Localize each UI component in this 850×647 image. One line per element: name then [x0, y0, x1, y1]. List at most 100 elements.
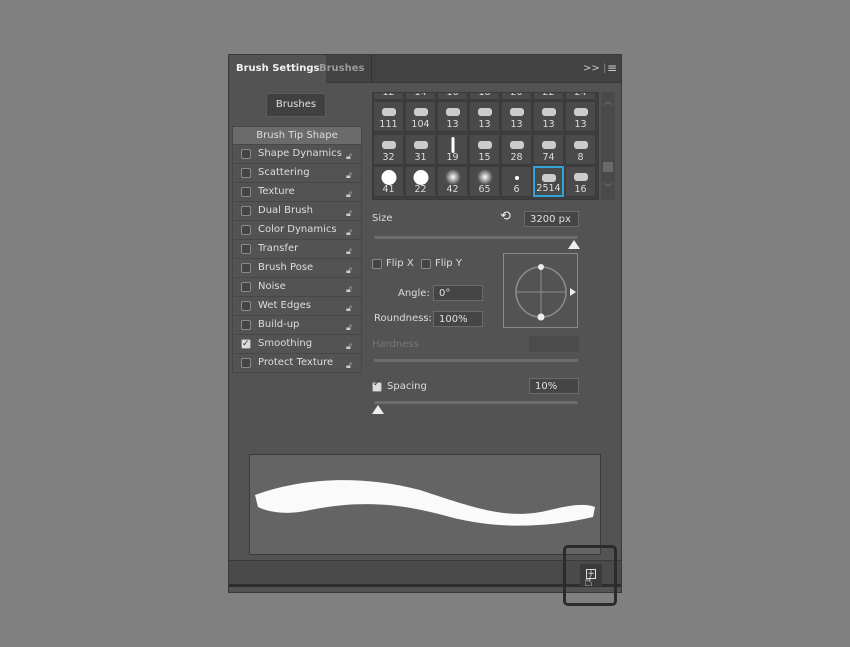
lock-icon[interactable]: 🔓︎ — [346, 300, 355, 314]
checkbox[interactable] — [241, 320, 251, 330]
checkbox[interactable] — [241, 225, 251, 235]
brush-tip-cell[interactable]: 2514 — [533, 166, 564, 197]
sidebar-item-color-dynamics[interactable]: Color Dynamics 🔓︎ — [232, 221, 362, 240]
sidebar-item-brush-pose[interactable]: Brush Pose 🔓︎ — [232, 259, 362, 278]
scroll-down-icon[interactable]: ﹀ — [604, 182, 612, 193]
brush-size-label: 22 — [542, 92, 555, 98]
brush-tip-cell[interactable]: 22 — [533, 92, 564, 100]
checkbox[interactable] — [241, 206, 251, 216]
hamburger-menu-icon[interactable]: ≡ — [607, 61, 617, 75]
brush-tip-cell[interactable]: 13 — [469, 101, 500, 132]
spacing-input[interactable]: 10% — [529, 378, 579, 394]
sidebar-item-protect-texture[interactable]: Protect Texture 🔓︎ — [232, 354, 362, 373]
lock-icon[interactable]: 🔓︎ — [346, 167, 355, 181]
size-input[interactable]: 3200 px — [524, 211, 579, 227]
lock-icon[interactable]: 🔓︎ — [346, 186, 355, 200]
sidebar-item-transfer[interactable]: Transfer 🔓︎ — [232, 240, 362, 259]
brushes-button[interactable]: Brushes — [266, 93, 326, 117]
brush-tip-icon — [541, 140, 556, 149]
lock-icon[interactable]: 🔓︎ — [346, 205, 355, 219]
checkbox[interactable] — [241, 263, 251, 273]
brush-tip-cell[interactable]: 65 — [469, 166, 500, 197]
size-slider[interactable] — [374, 236, 578, 239]
lock-icon[interactable]: 🔓︎ — [346, 338, 355, 352]
lock-icon[interactable]: 🔓︎ — [346, 357, 355, 371]
sidebar-item-dual-brush[interactable]: Dual Brush 🔓︎ — [232, 202, 362, 221]
sidebar-item-scattering[interactable]: Scattering 🔓︎ — [232, 164, 362, 183]
brush-tip-cell[interactable]: 12 — [373, 93, 404, 100]
brush-size-label: 74 — [542, 151, 555, 163]
brush-tip-cell[interactable]: 18 — [469, 92, 500, 100]
double-chevron-right-icon[interactable]: >> | — [583, 63, 606, 74]
sidebar-item-smoothing[interactable]: Smoothing 🔓︎ — [232, 335, 362, 354]
angle-roundness-widget[interactable] — [503, 253, 578, 328]
brush-size-label: 2514 — [536, 183, 561, 194]
scroll-up-icon[interactable]: ︿ — [604, 96, 612, 107]
brush-tip-cell[interactable]: 13 — [437, 101, 468, 132]
brush-tip-icon — [509, 140, 524, 149]
tab-brushes[interactable]: Brushes — [312, 55, 373, 83]
angle-input[interactable]: 0° — [433, 285, 483, 301]
brush-size-label: 65 — [478, 184, 491, 195]
roundness-input[interactable]: 100% — [433, 311, 483, 327]
sidebar-item-wet-edges[interactable]: Wet Edges 🔓︎ — [232, 297, 362, 316]
brush-tip-cell[interactable]: 32 — [373, 133, 404, 165]
brush-tip-cell[interactable]: 16 — [437, 93, 468, 100]
lock-icon[interactable]: 🔓︎ — [346, 243, 355, 257]
brush-tip-cell[interactable]: 24 — [565, 93, 596, 100]
sidebar-item-shape-dynamics[interactable]: Shape Dynamics 🔓︎ — [232, 145, 362, 164]
reset-icon[interactable]: ⟲ — [500, 209, 511, 224]
sidebar-item-noise[interactable]: Noise 🔓︎ — [232, 278, 362, 297]
brush-tip-icon — [541, 174, 556, 182]
flip-y-checkbox[interactable] — [421, 259, 431, 269]
brush-size-label: 18 — [478, 92, 491, 98]
checkbox[interactable] — [241, 335, 251, 353]
checkbox[interactable] — [241, 187, 251, 197]
grid-scrollbar[interactable]: ︿ ﹀ — [601, 92, 615, 200]
brush-tip-cell[interactable]: 22 — [405, 166, 436, 197]
brush-size-label: 32 — [382, 151, 395, 163]
brush-tip-cell[interactable]: 13 — [565, 101, 596, 132]
checkbox[interactable] — [241, 244, 251, 254]
brush-tip-cell[interactable]: 28 — [501, 133, 532, 165]
brush-tip-cell[interactable]: 8 — [565, 133, 596, 165]
brush-tip-cell[interactable]: 104 — [405, 101, 436, 132]
sidebar-item-brush-tip-shape[interactable]: Brush Tip Shape — [232, 126, 362, 145]
scroll-thumb[interactable] — [603, 162, 613, 172]
lock-icon[interactable]: 🔓︎ — [346, 224, 355, 238]
lock-icon[interactable]: 🔓︎ — [346, 262, 355, 276]
checkbox[interactable] — [241, 301, 251, 311]
spacing-slider-thumb[interactable] — [372, 405, 385, 414]
highlight-frame — [563, 545, 617, 606]
spacing-slider[interactable] — [374, 401, 578, 404]
brush-tip-cell[interactable]: 20 — [501, 93, 532, 100]
brush-tip-cell[interactable]: 42 — [437, 166, 468, 197]
lock-icon[interactable]: 🔓︎ — [346, 148, 355, 162]
lock-icon[interactable]: 🔓︎ — [346, 281, 355, 295]
brush-tip-cell[interactable]: 74 — [533, 133, 564, 165]
brush-tip-cell[interactable]: 14 — [405, 93, 436, 100]
brush-tip-cell[interactable]: 41 — [373, 166, 404, 197]
lock-icon[interactable]: 🔓︎ — [346, 319, 355, 333]
brush-tip-cell[interactable]: 19 — [437, 133, 468, 165]
sidebar-item-texture[interactable]: Texture 🔓︎ — [232, 183, 362, 202]
checkbox[interactable] — [241, 168, 251, 178]
checkbox[interactable] — [241, 149, 251, 159]
checkbox[interactable] — [241, 282, 251, 292]
checkbox[interactable] — [241, 358, 251, 368]
brush-settings-list: Brush Tip Shape Shape Dynamics 🔓︎ Scatteri… — [232, 126, 362, 373]
brush-tip-cell[interactable]: 111 — [373, 101, 404, 132]
brush-tip-cell[interactable]: 16 — [565, 166, 596, 197]
sidebar-item-build-up[interactable]: Build-up 🔓︎ — [232, 316, 362, 335]
brush-tip-cell[interactable]: 13 — [533, 101, 564, 132]
size-slider-thumb[interactable] — [567, 240, 580, 249]
brush-tip-cell[interactable]: 15 — [469, 133, 500, 165]
angle-circle-icon — [515, 264, 576, 321]
sidebar-item-label: Brush Pose — [258, 262, 314, 273]
flip-x-checkbox[interactable] — [372, 259, 382, 269]
spacing-checkbox[interactable]: ✓ — [372, 379, 382, 392]
brush-size-label: 41 — [382, 184, 395, 195]
brush-tip-cell[interactable]: 13 — [501, 101, 532, 132]
brush-tip-cell[interactable]: 6 — [501, 166, 532, 197]
brush-tip-cell[interactable]: 31 — [405, 133, 436, 165]
